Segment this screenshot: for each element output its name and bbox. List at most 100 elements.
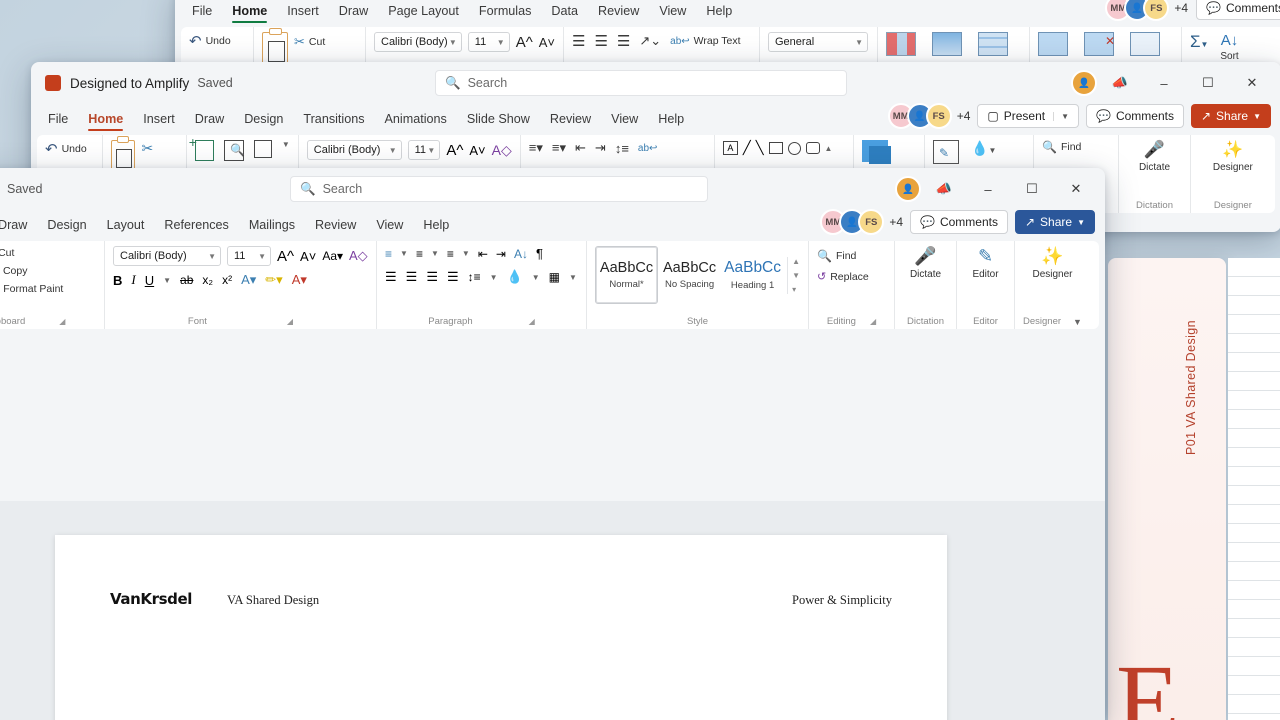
- grow-font-button[interactable]: A^: [516, 34, 533, 51]
- clear-formatting-icon[interactable]: A◇: [492, 142, 512, 159]
- word-page[interactable]: VanΚrsdel VA Shared Design Power & Simpl…: [55, 535, 947, 720]
- powerpoint-dictate-button[interactable]: 🎤 Dictate: [1139, 140, 1170, 173]
- powerpoint-titlebar[interactable]: Designed to Amplify Saved 🔍 Search 👤 📣 –…: [31, 62, 1280, 104]
- chevron-down-icon[interactable]: ▼: [462, 249, 470, 258]
- word-minimize-button[interactable]: –: [967, 174, 1009, 204]
- powerpoint-tab-design[interactable]: Design: [235, 109, 292, 131]
- excel-font-name-combo[interactable]: Calibri (Body) ▼: [374, 32, 462, 52]
- chevron-down-icon[interactable]: ▼: [400, 249, 408, 258]
- align-bottom-icon[interactable]: ☰: [617, 32, 630, 50]
- excel-collaborators[interactable]: MM 👤 FS +4: [1105, 0, 1188, 21]
- excel-tab-file[interactable]: File: [183, 1, 221, 23]
- chevron-down-icon[interactable]: ▼: [163, 276, 171, 285]
- excel-number-format-combo[interactable]: General ▼: [768, 32, 868, 52]
- editing-dialog-launcher[interactable]: ◢: [870, 317, 876, 326]
- line-spacing-icon[interactable]: ↕≡: [468, 270, 481, 284]
- word-group-editor[interactable]: ✎ Editor Editor: [956, 241, 1014, 329]
- excel-tab-draw[interactable]: Draw: [330, 1, 377, 23]
- word-tab-view[interactable]: View: [367, 215, 412, 237]
- shrink-font-button[interactable]: A˅: [300, 249, 316, 264]
- word-tab-strip[interactable]: sert Draw Design Layout References Maili…: [0, 210, 1105, 237]
- justify-icon[interactable]: ☰: [447, 269, 459, 285]
- powerpoint-tab-insert[interactable]: Insert: [134, 109, 184, 131]
- excel-tab-strip[interactable]: File Home Insert Draw Page Layout Formul…: [175, 0, 1280, 23]
- arrange-icon[interactable]: [862, 140, 888, 162]
- powerpoint-tab-slide-show[interactable]: Slide Show: [458, 109, 539, 131]
- highlight-button[interactable]: ✏▾: [265, 272, 282, 288]
- excel-tab-home[interactable]: Home: [223, 1, 276, 23]
- orientation-icon[interactable]: ↗⌄: [639, 33, 661, 49]
- word-group-font[interactable]: Calibri (Body) ▼ 11 ▼ A^ A˅ Aa▾ A◇ B I U: [104, 241, 376, 329]
- word-group-paragraph[interactable]: ≡ ▼ ≡ ▼ ≡ ▼ ⇤ ⇥ A↓ ¶ ☰ ☰ ☰ ☰ ↕≡: [376, 241, 586, 329]
- insert-cells-icon[interactable]: [1038, 32, 1068, 56]
- style-card-no-spacing[interactable]: AaBbCc No Spacing: [658, 246, 721, 304]
- powerpoint-present-button[interactable]: ▢ Present ▼: [977, 104, 1079, 128]
- word-tab-layout[interactable]: Layout: [98, 215, 154, 237]
- styles-scroll-up[interactable]: ▲: [792, 257, 800, 266]
- bullets-icon[interactable]: ≡: [385, 247, 392, 261]
- powerpoint-group-designer[interactable]: ✨ Designer Designer: [1190, 135, 1275, 213]
- autosum-icon[interactable]: Σ▼: [1190, 32, 1208, 52]
- word-share-button[interactable]: ↗ Share ▼: [1015, 210, 1095, 234]
- word-format-painter-button[interactable]: 🖌 Format Paint: [0, 282, 63, 296]
- chevron-down-icon[interactable]: ▼: [282, 140, 290, 149]
- excel-paste-button[interactable]: [262, 32, 288, 64]
- chevron-down-icon[interactable]: ▼: [490, 273, 498, 282]
- align-center-icon[interactable]: ☰: [406, 269, 418, 285]
- align-left-icon[interactable]: ☰: [385, 269, 397, 285]
- powerpoint-maximize-button[interactable]: ☐: [1187, 68, 1229, 98]
- rectangle-icon[interactable]: [769, 142, 783, 154]
- oval-icon[interactable]: [788, 142, 801, 155]
- word-close-button[interactable]: ✕: [1055, 174, 1097, 204]
- powerpoint-designer-button[interactable]: ✨ Designer: [1213, 140, 1253, 173]
- word-collab-overflow[interactable]: +4: [889, 215, 903, 229]
- word-group-dictation[interactable]: 🎤 Dictate Dictation: [894, 241, 956, 329]
- powerpoint-tab-strip[interactable]: File Home Insert Draw Design Transitions…: [31, 104, 1280, 131]
- word-tab-design[interactable]: Design: [38, 215, 95, 237]
- excel-font-size-combo[interactable]: 11 ▼: [468, 32, 510, 52]
- word-tab-draw[interactable]: Draw: [0, 215, 36, 237]
- powerpoint-collaborators[interactable]: MM 👤 FS +4: [888, 103, 971, 129]
- bullets-icon[interactable]: ≡▾: [529, 140, 543, 156]
- sort-icon[interactable]: A↓: [514, 247, 528, 261]
- numbering-icon[interactable]: ≡: [416, 247, 423, 261]
- change-case-button[interactable]: Aa▾: [322, 249, 343, 263]
- style-card-normal[interactable]: AaBbCc Normal*: [595, 246, 658, 304]
- avatar-fs[interactable]: FS: [926, 103, 952, 129]
- word-tab-mailings[interactable]: Mailings: [240, 215, 304, 237]
- powerpoint-tab-file[interactable]: File: [39, 109, 77, 131]
- bold-button[interactable]: B: [113, 273, 122, 288]
- word-font-size-combo[interactable]: 11 ▼: [227, 246, 271, 266]
- word-titlebar[interactable]: mplicity Saved 🔍 Search 👤 📣 – ☐ ✕: [0, 168, 1105, 210]
- word-tab-review[interactable]: Review: [306, 215, 365, 237]
- word-cut-button[interactable]: ✂ Cut: [0, 246, 63, 260]
- excel-tab-formulas[interactable]: Formulas: [470, 1, 540, 23]
- word-ribbon[interactable]: ✂ Cut 📋 Copy 🖌 Format Paint Clipboard ◢: [0, 241, 1099, 329]
- grow-font-button[interactable]: A^: [277, 248, 294, 265]
- shapes-more-icon[interactable]: ▲: [825, 144, 833, 153]
- new-slide-icon[interactable]: +: [195, 140, 215, 161]
- excel-undo-button[interactable]: ↶ Undo: [189, 32, 231, 50]
- excel-tab-insert[interactable]: Insert: [278, 1, 328, 23]
- excel-cut-button[interactable]: ✂ Cut: [294, 32, 325, 50]
- excel-tab-data[interactable]: Data: [542, 1, 587, 23]
- numbering-icon[interactable]: ≡▾: [552, 140, 566, 156]
- format-cells-icon[interactable]: [1130, 32, 1160, 56]
- italic-button[interactable]: I: [131, 272, 135, 288]
- shading-icon[interactable]: 💧: [507, 269, 523, 285]
- powerpoint-tab-review[interactable]: Review: [541, 109, 600, 131]
- style-card-heading-1[interactable]: AaBbCc Heading 1: [721, 246, 784, 304]
- avatar-fs[interactable]: FS: [858, 209, 884, 235]
- word-designer-button[interactable]: ✨ Designer: [1032, 246, 1072, 280]
- shape-style-icon[interactable]: ✎: [933, 140, 959, 164]
- word-group-editing[interactable]: 🔍 Find ↺ Replace Editing ◢: [808, 241, 894, 329]
- decrease-indent-icon[interactable]: ⇤: [478, 247, 488, 261]
- shape-fill-icon[interactable]: 💧▼: [971, 140, 996, 157]
- conditional-formatting-icon[interactable]: [886, 32, 916, 56]
- grow-font-button[interactable]: A^: [446, 142, 463, 159]
- rounded-rect-icon[interactable]: [806, 142, 820, 154]
- powerpoint-tab-home[interactable]: Home: [79, 109, 132, 131]
- word-tab-references[interactable]: References: [155, 215, 237, 237]
- font-dialog-launcher[interactable]: ◢: [287, 317, 293, 326]
- subscript-button[interactable]: x₂: [202, 273, 213, 287]
